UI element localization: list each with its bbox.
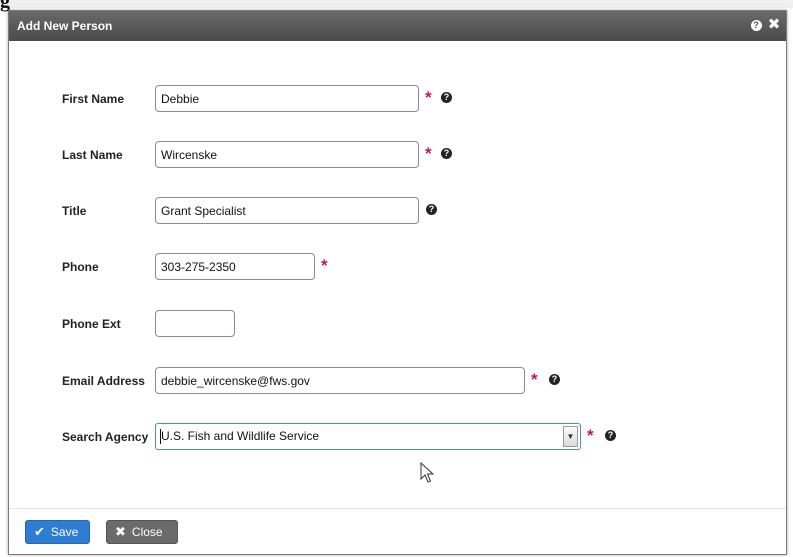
title-row: Title ?	[9, 197, 786, 227]
help-icon[interactable]: ?	[441, 148, 452, 159]
save-button-label: Save	[50, 525, 79, 539]
help-icon[interactable]: ?	[605, 430, 616, 441]
phone-field[interactable]	[155, 253, 315, 280]
email-row: Email Address * ?	[9, 367, 786, 397]
required-asterisk: *	[425, 144, 432, 163]
last-name-field[interactable]	[155, 141, 419, 168]
agency-label: Search Agency	[62, 430, 149, 444]
save-button[interactable]: ✔ Save	[25, 520, 90, 544]
first-name-label: First Name	[62, 92, 125, 106]
last-name-row: Last Name * ?	[9, 141, 786, 171]
required-asterisk: *	[587, 426, 594, 445]
last-name-label: Last Name	[62, 148, 123, 162]
mouse-cursor-icon	[420, 462, 434, 483]
dialog-titlebar: Add New Person ? ✖	[9, 11, 786, 41]
footer-divider	[9, 508, 786, 509]
first-name-field[interactable]	[155, 85, 419, 112]
add-person-dialog: Add New Person ? ✖ First Name * ? Last N…	[8, 10, 787, 555]
close-icon[interactable]: ✖	[767, 17, 781, 32]
first-name-row: First Name * ?	[9, 85, 786, 115]
help-icon[interactable]: ?	[426, 204, 437, 215]
email-field[interactable]	[155, 367, 525, 394]
dropdown-arrow-icon[interactable]: ▼	[563, 426, 578, 447]
phone-ext-field[interactable]	[155, 310, 235, 337]
title-label: Title	[62, 204, 87, 218]
required-asterisk: *	[531, 370, 538, 389]
agency-row: Search Agency U.S. Fish and Wildlife Ser…	[9, 423, 786, 453]
help-glyph: ?	[750, 19, 762, 31]
question-circle-icon[interactable]: ?	[749, 18, 763, 32]
email-label: Email Address	[62, 374, 145, 388]
check-icon: ✔	[34, 524, 45, 539]
agency-select[interactable]: U.S. Fish and Wildlife Service ▼	[155, 423, 581, 450]
close-button[interactable]: ✖ Close	[106, 520, 178, 544]
background-page	[0, 0, 793, 8]
help-icon[interactable]: ?	[549, 374, 560, 385]
title-field[interactable]	[155, 197, 419, 224]
required-asterisk: *	[425, 88, 432, 107]
phone-ext-row: Phone Ext	[9, 310, 786, 340]
phone-ext-label: Phone Ext	[62, 317, 121, 331]
phone-row: Phone *	[9, 253, 786, 283]
dialog-title: Add New Person	[17, 19, 113, 33]
phone-label: Phone	[62, 260, 99, 274]
close-x-icon: ✖	[115, 524, 126, 539]
close-button-label: Close	[131, 525, 163, 539]
required-asterisk: *	[321, 256, 328, 275]
agency-selected-value: U.S. Fish and Wildlife Service	[161, 429, 320, 443]
help-icon[interactable]: ?	[441, 92, 452, 103]
